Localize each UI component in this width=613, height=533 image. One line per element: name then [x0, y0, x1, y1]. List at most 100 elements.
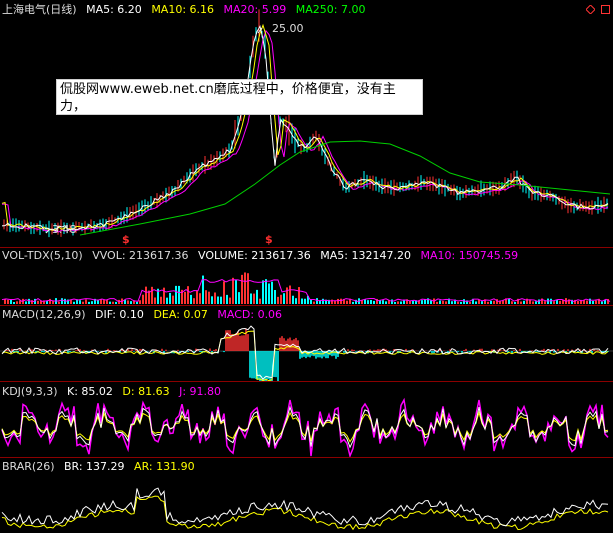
volume-bar [154, 297, 156, 304]
volume-bar [73, 301, 75, 304]
volume-bar [151, 286, 153, 304]
volume-bar [4, 298, 6, 304]
volume-bar [559, 300, 561, 304]
volume-bar [421, 300, 423, 304]
volume-bar [166, 297, 168, 304]
volume-bar [592, 301, 594, 304]
volume-bar [49, 298, 51, 304]
brar-indicator-name: BRAR(26) [2, 460, 55, 473]
volume-bar [529, 300, 531, 304]
dif-label: DIF: 0.10 [95, 308, 144, 321]
volume-bar [109, 301, 111, 304]
volume-bar [112, 301, 114, 304]
volume-bar [145, 286, 147, 304]
volume-bar [430, 300, 432, 304]
volume-bar [550, 298, 552, 304]
vvol-label: VVOL: 213617.36 [92, 249, 189, 262]
kdj-indicator-name: KDJ(9,3,3) [2, 385, 58, 398]
volume-bar [226, 294, 228, 304]
volume-label: VOLUME: 213617.36 [198, 249, 311, 262]
volume-bar [127, 300, 129, 304]
volume-bar [142, 294, 144, 304]
volume-bar [220, 296, 222, 304]
volume-bar [298, 287, 300, 304]
volume-bar [553, 301, 555, 304]
box-icon[interactable] [601, 4, 610, 14]
volume-bar [268, 283, 270, 304]
volume-bar [193, 298, 195, 304]
signal-marker-2: $ [265, 233, 273, 246]
volume-bar [160, 296, 162, 304]
volume-bar [277, 296, 279, 304]
volume-bar [523, 300, 525, 304]
diamond-icon[interactable] [585, 4, 595, 14]
br-label: BR: 137.29 [64, 460, 125, 473]
signal-marker-1: $ [122, 233, 130, 246]
volume-bar [382, 300, 384, 304]
volume-bar [61, 298, 63, 304]
volume-bar [316, 298, 318, 304]
d-label: D: 81.63 [122, 385, 170, 398]
volume-bar [88, 301, 90, 304]
volume-bar [91, 301, 93, 304]
vol-ma10-label: MA10: 150745.59 [420, 249, 519, 262]
volume-bar [532, 301, 534, 304]
volume-bar [199, 293, 201, 304]
volume-bar [175, 285, 177, 304]
volume-bar [373, 300, 375, 304]
volume-bar [229, 297, 231, 304]
ma250-label: MA250: 7.00 [295, 3, 366, 16]
macd-legend: MACD(12,26,9) DIF: 0.10 DEA: 0.07 MACD: … [2, 308, 288, 321]
volume-ma-line [1, 278, 611, 303]
volume-bar [235, 279, 237, 304]
volume-bar [169, 292, 171, 304]
ar-label: AR: 131.90 [134, 460, 195, 473]
volume-bar [352, 301, 354, 304]
volume-bar [280, 294, 282, 304]
volume-bar [82, 301, 84, 304]
volume-bar [223, 281, 225, 304]
volume-panel: VOL-TDX(5,10) VVOL: 213617.36 VOLUME: 21… [0, 248, 613, 306]
ma20-label: MA20: 5.99 [223, 3, 287, 16]
volume-bar [238, 292, 240, 304]
volume-bar [172, 295, 174, 304]
volume-bar [178, 285, 180, 304]
macd-panel: MACD(12,26,9) DIF: 0.10 DEA: 0.07 MACD: … [0, 306, 613, 382]
ma5-label: MA5: 6.20 [86, 3, 142, 16]
volume-bar [370, 299, 372, 304]
volume-bar [148, 290, 150, 304]
volume-bar [85, 299, 87, 304]
volume-bar [115, 301, 117, 304]
kdj-legend: KDJ(9,3,3) K: 85.02 D: 81.63 J: 91.80 [2, 385, 227, 398]
volume-bar [106, 300, 108, 304]
vol-indicator-name: VOL-TDX(5,10) [2, 249, 83, 262]
volume-bar [577, 301, 579, 304]
kdj-panel: KDJ(9,3,3) K: 85.02 D: 81.63 J: 91.80 [0, 382, 613, 458]
volume-bar [190, 294, 192, 304]
price-panel: 上海电气(日线) MA5: 6.20 MA10: 6.16 MA20: 5.99… [0, 0, 613, 248]
volume-bar [400, 301, 402, 304]
volume-bar [457, 301, 459, 304]
volume-bar [232, 277, 234, 304]
notice-line-1: 侃股网www.eweb.net.cn磨底过程中，价格便宜，没有主力， [60, 82, 396, 114]
volume-bar [259, 298, 261, 304]
j-label: J: 91.80 [179, 385, 222, 398]
volume-bar [520, 301, 522, 304]
notice-line-2: 适合长线投资者 [60, 116, 152, 131]
price-legend: 上海电气(日线) MA5: 6.20 MA10: 6.16 MA20: 5.99… [2, 3, 371, 16]
volume-bar [118, 299, 120, 304]
volume-bar [508, 299, 510, 304]
volume-bar [379, 300, 381, 304]
volume-bar [187, 286, 189, 304]
volume-bar [13, 301, 15, 304]
volume-bar [130, 301, 132, 304]
volume-bar [7, 299, 9, 304]
volume-bar [601, 301, 603, 304]
volume-bar [262, 280, 264, 304]
volume-bar [394, 301, 396, 304]
volume-bar [511, 301, 513, 304]
volume-bar [286, 287, 288, 304]
volume-bar [289, 285, 291, 304]
volume-bar [439, 300, 441, 304]
volume-bar [490, 300, 492, 304]
